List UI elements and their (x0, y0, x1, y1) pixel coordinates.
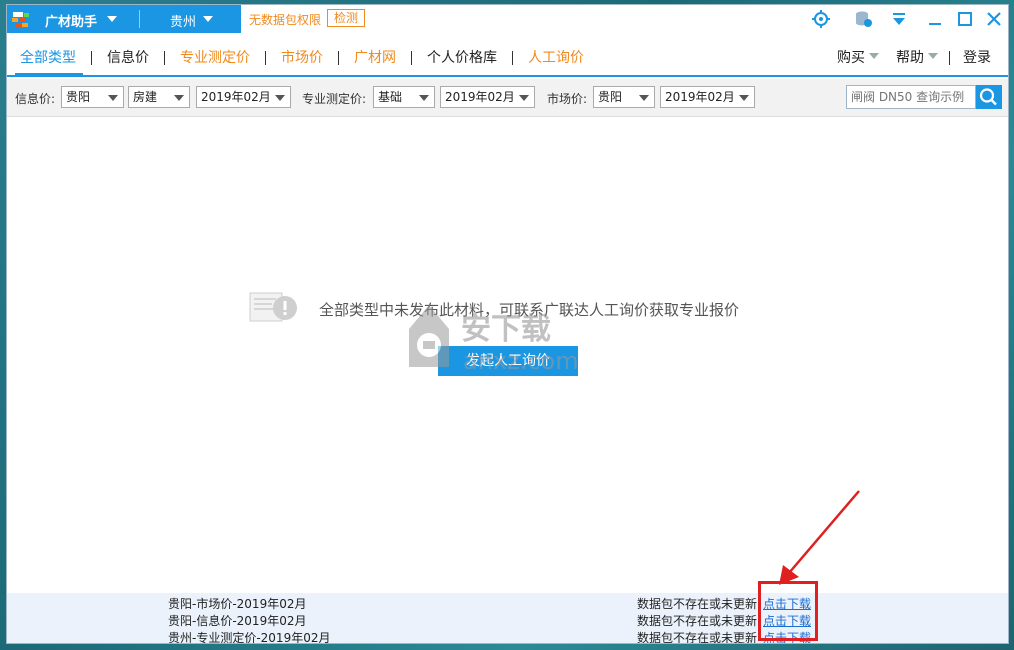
package-status: 数据包不存在或未更新 (637, 631, 758, 644)
market-date-select[interactable]: 2019年02月 (660, 86, 755, 108)
list-item: 贵州-专业测定价-2019年02月 数据包不存在或未更新 点击下载 (7, 629, 1008, 644)
info-city-value: 贵阳 (66, 90, 91, 104)
active-tab-indicator (15, 73, 83, 76)
pro-type-select[interactable]: 基础 (373, 86, 435, 108)
package-name: 贵州-专业测定价-2019年02月 (168, 631, 331, 644)
info-date-select[interactable]: 2019年02月 (196, 86, 291, 108)
tab-manual-inquiry[interactable]: 人工询价 (528, 47, 584, 67)
nav-divider (164, 51, 165, 65)
nav-divider (512, 51, 513, 65)
chevron-down-icon (739, 95, 749, 101)
annotation-arrow-icon (779, 490, 860, 585)
pro-price-label: 专业测定价: (302, 92, 367, 106)
no-data-permission-text: 无数据包权限 (249, 13, 322, 27)
nav-divider (411, 51, 412, 65)
city-selector[interactable]: 贵州 (170, 11, 196, 30)
tab-guangcai-web[interactable]: 广材网 (354, 47, 396, 67)
chevron-down-icon (174, 95, 184, 101)
market-date-value: 2019年02月 (665, 90, 735, 104)
info-type-value: 房建 (133, 90, 158, 104)
chevron-down-icon (639, 95, 649, 101)
app-logo-icon (12, 12, 29, 27)
market-city-select[interactable]: 贵阳 (593, 86, 655, 108)
watermark-logo-icon: 安下载 anxz.com (409, 305, 579, 375)
list-item: 贵阳-信息价-2019年02月 数据包不存在或未更新 点击下载 (7, 612, 1008, 629)
app-name[interactable]: 广材助手 (45, 11, 97, 30)
city-caret-icon[interactable] (203, 16, 213, 22)
info-type-select[interactable]: 房建 (128, 86, 190, 108)
info-price-label: 信息价: (15, 92, 56, 106)
app-window: 广材助手 贵州 无数据包权限 检测 全部类型 信息价 专业测定价 市场价 广材网… (6, 4, 1009, 644)
tab-market-price[interactable]: 市场价 (281, 47, 323, 67)
package-status: 数据包不存在或未更新 (637, 597, 758, 611)
market-price-label: 市场价: (547, 92, 588, 106)
annotation-highlight-box (758, 581, 818, 641)
info-city-select[interactable]: 贵阳 (61, 86, 124, 108)
title-divider (139, 10, 140, 28)
search-button[interactable] (976, 85, 1002, 109)
tab-info-price[interactable]: 信息价 (107, 47, 149, 67)
pro-date-select[interactable]: 2019年02月 (440, 86, 535, 108)
chevron-down-icon (519, 95, 529, 101)
watermark-url: anxz.com (463, 347, 579, 375)
filter-bar: 信息价: 贵阳 房建 2019年02月 专业测定价: 基础 2019年02月 市… (7, 79, 1008, 117)
market-city-value: 贵阳 (598, 90, 623, 104)
search-icon (979, 88, 997, 106)
nav-divider (949, 51, 950, 65)
nav-bar: 全部类型 信息价 专业测定价 市场价 广材网 个人价格库 人工询价 购买 帮助 … (7, 33, 1008, 77)
help-menu[interactable]: 帮助 (896, 47, 924, 67)
package-name: 贵阳-市场价-2019年02月 (168, 597, 307, 611)
chevron-down-icon (419, 95, 429, 101)
watermark-brand: 安下载 (461, 312, 551, 347)
package-status-list: 贵阳-市场价-2019年02月 数据包不存在或未更新 点击下载 贵阳-信息价-2… (7, 593, 1008, 644)
chevron-down-icon (108, 95, 118, 101)
list-item: 贵阳-市场价-2019年02月 数据包不存在或未更新 点击下载 (7, 595, 1008, 612)
no-result-icon (249, 292, 297, 322)
close-icon[interactable] (984, 9, 1004, 29)
app-menu-caret-icon[interactable] (107, 16, 117, 22)
help-caret-icon[interactable] (928, 53, 938, 59)
title-bar: 广材助手 贵州 无数据包权限 检测 (7, 5, 1008, 33)
nav-divider (338, 51, 339, 65)
minimize-icon[interactable] (925, 9, 945, 29)
tab-professional-price[interactable]: 专业测定价 (180, 47, 250, 67)
package-name: 贵阳-信息价-2019年02月 (168, 614, 307, 628)
package-status: 数据包不存在或未更新 (637, 614, 758, 628)
locate-icon[interactable] (811, 9, 831, 29)
buy-menu[interactable]: 购买 (837, 47, 865, 67)
tab-all-types[interactable]: 全部类型 (20, 47, 76, 67)
check-button[interactable]: 检测 (327, 9, 366, 27)
nav-divider (91, 51, 92, 65)
maximize-icon[interactable] (955, 9, 975, 29)
search-input[interactable] (846, 85, 976, 109)
nav-divider (265, 51, 266, 65)
buy-caret-icon[interactable] (869, 53, 879, 59)
tab-personal-library[interactable]: 个人价格库 (427, 47, 497, 67)
chevron-down-icon (275, 95, 285, 101)
info-date-value: 2019年02月 (201, 90, 271, 104)
login-button[interactable]: 登录 (963, 47, 991, 67)
dropdown-menu-icon[interactable] (889, 9, 909, 29)
pro-type-value: 基础 (378, 90, 403, 104)
title-bar-brand-area: 广材助手 贵州 (7, 5, 241, 33)
database-update-icon[interactable] (853, 9, 873, 29)
pro-date-value: 2019年02月 (445, 90, 515, 104)
